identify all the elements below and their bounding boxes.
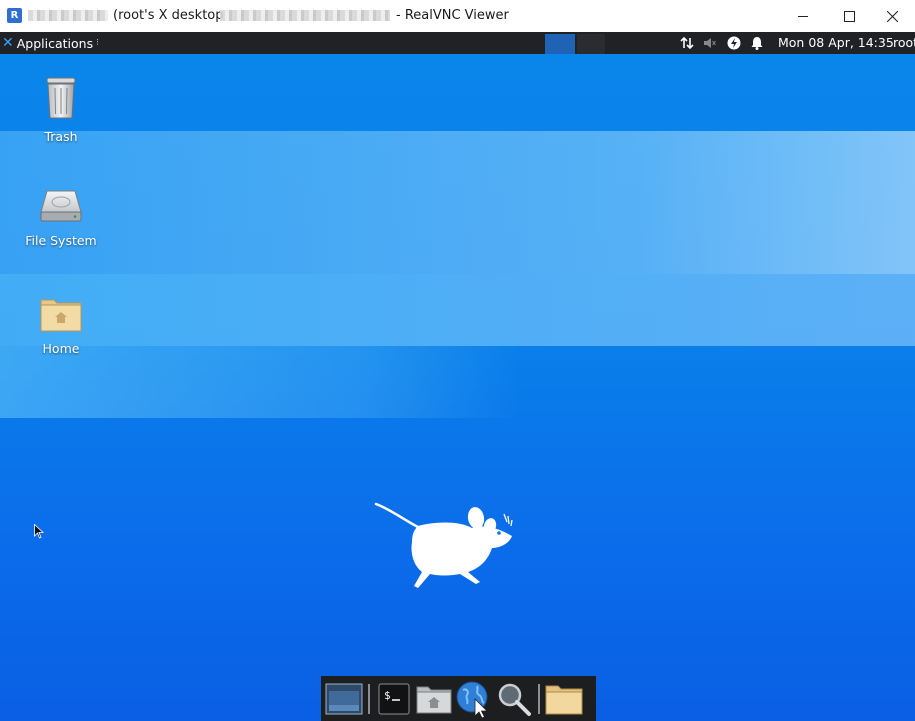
redacted-hostname bbox=[28, 10, 108, 21]
svg-text:$: $ bbox=[384, 689, 391, 702]
drive-icon bbox=[40, 190, 82, 222]
desktop-icon-label: Home bbox=[42, 341, 80, 356]
network-icon[interactable] bbox=[680, 32, 694, 54]
dock-home-folder[interactable] bbox=[414, 679, 454, 719]
realvnc-logo-icon: R bbox=[7, 8, 22, 23]
applications-menu-label: Applications bbox=[16, 35, 94, 51]
maximize-icon bbox=[843, 10, 855, 22]
dock-web-browser[interactable] bbox=[454, 679, 494, 719]
notifications-bell-icon[interactable] bbox=[751, 32, 763, 54]
desktop-icon-label: File System bbox=[25, 233, 97, 248]
show-desktop-icon bbox=[325, 683, 363, 714]
dock-separator bbox=[538, 683, 540, 714]
xfce-mouse-logo bbox=[374, 502, 513, 588]
remote-desktop[interactable]: ✕ Applications ⁝ Mon 08 Apr, 14:35 roo t bbox=[0, 32, 915, 721]
close-icon bbox=[886, 10, 898, 22]
wallpaper-band bbox=[0, 274, 915, 346]
bottom-dock: $ bbox=[321, 676, 596, 721]
dock-search[interactable] bbox=[494, 679, 534, 719]
home-folder-icon bbox=[40, 299, 82, 332]
workspace-2-button[interactable] bbox=[577, 34, 605, 54]
workspace-1-button[interactable] bbox=[545, 34, 575, 54]
dock-file-manager[interactable] bbox=[544, 679, 584, 719]
minimize-button[interactable] bbox=[780, 0, 826, 32]
dock-terminal[interactable]: $ bbox=[374, 679, 414, 719]
maximize-button[interactable] bbox=[826, 0, 872, 32]
mouse-cursor-icon bbox=[34, 524, 44, 539]
search-magnifier-icon bbox=[498, 683, 531, 716]
desktop-icon-home[interactable]: Home bbox=[16, 296, 106, 356]
desktop-icon-trash[interactable]: Trash bbox=[16, 76, 106, 144]
power-icon[interactable] bbox=[727, 32, 741, 54]
redacted-address bbox=[220, 10, 390, 21]
trash-icon bbox=[46, 77, 76, 119]
dock-show-desktop[interactable] bbox=[324, 679, 364, 719]
top-panel: ✕ Applications ⁝ Mon 08 Apr, 14:35 root bbox=[0, 32, 915, 54]
window-titlebar[interactable]: R (root's X desktop - RealVNC Viewer bbox=[0, 0, 915, 32]
window-title-prefix: (root's X desktop bbox=[113, 8, 224, 23]
panel-clock[interactable]: Mon 08 Apr, 14:35 bbox=[778, 35, 894, 50]
desktop-icon-label: Trash bbox=[44, 129, 78, 144]
wallpaper-band bbox=[0, 346, 520, 418]
applications-menu[interactable]: ✕ Applications ⁝ bbox=[2, 32, 99, 54]
panel-handle-icon: ⁝ bbox=[96, 38, 99, 48]
wallpaper-band bbox=[0, 131, 915, 274]
web-browser-globe-icon bbox=[456, 681, 488, 718]
folder-icon bbox=[545, 685, 583, 714]
minimize-icon bbox=[798, 16, 808, 17]
home-folder-icon bbox=[416, 686, 452, 713]
desktop-icon-filesystem[interactable]: File System bbox=[16, 188, 106, 248]
dock-separator bbox=[368, 683, 370, 714]
volume-muted-icon[interactable] bbox=[703, 32, 716, 54]
close-button[interactable] bbox=[869, 0, 915, 32]
panel-user-menu[interactable]: root bbox=[893, 35, 915, 50]
xfce-logo-icon: ✕ bbox=[2, 35, 14, 51]
window-title-suffix: - RealVNC Viewer bbox=[396, 8, 509, 23]
terminal-icon: $ bbox=[378, 683, 410, 714]
